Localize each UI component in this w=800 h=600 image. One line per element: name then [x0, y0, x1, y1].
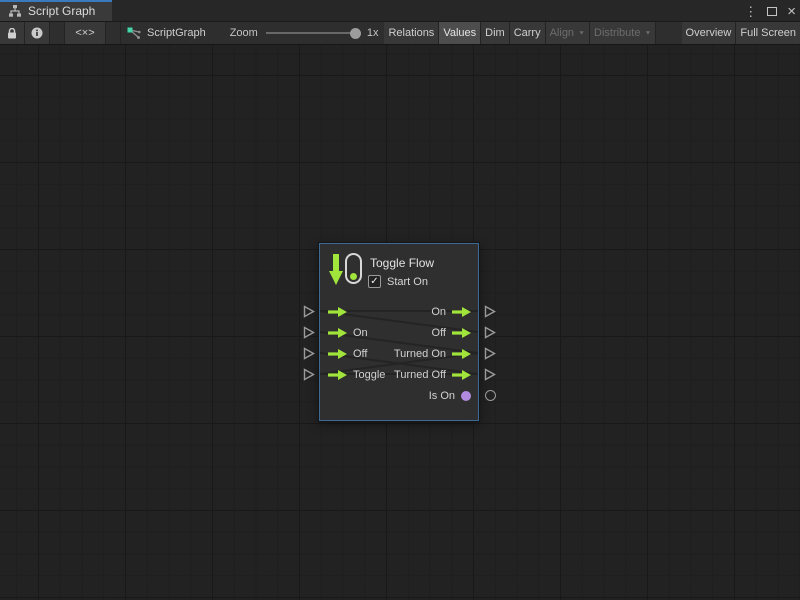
input-socket-triangle[interactable] [303, 326, 315, 339]
port-label: On [353, 327, 368, 339]
close-icon[interactable]: × [787, 4, 796, 19]
relations-button[interactable]: Relations [384, 22, 439, 44]
dim-button-label: Dim [485, 27, 505, 39]
tab-bar: Script Graph ⋮ × [0, 0, 800, 22]
info-button[interactable] [25, 22, 50, 44]
flow-down-arrow-icon [329, 254, 343, 286]
values-button-label: Values [443, 27, 476, 39]
dim-button[interactable]: Dim [481, 22, 510, 44]
script-graph-window: Script Graph ⋮ × <×> [0, 0, 800, 600]
flow-port-arrow-icon [328, 307, 347, 317]
window-controls: ⋮ × [744, 0, 796, 22]
zoom-slider-handle[interactable] [350, 28, 361, 39]
zoom-slider-track [266, 32, 361, 34]
align-dropdown[interactable]: Align ▼ [546, 22, 590, 44]
relations-button-label: Relations [388, 27, 434, 39]
zoom-slider[interactable] [266, 22, 361, 44]
port-label: Turned Off [394, 369, 446, 381]
chevron-down-icon: ▼ [578, 30, 585, 36]
output-socket-circle[interactable] [485, 390, 496, 401]
toggle-flow-node[interactable]: Toggle Flow ✓ Start On On [319, 243, 479, 421]
output-port-off[interactable]: Off [432, 322, 471, 343]
flow-port-arrow-icon [452, 370, 471, 380]
carry-button-label: Carry [514, 27, 541, 39]
checkmark-icon: ✓ [370, 277, 378, 287]
code-preview-button[interactable]: <×> [64, 22, 106, 44]
start-on-checkbox[interactable]: ✓ [368, 275, 381, 288]
graph-toolbar: <×> ScriptGraph Zoom 1x Relations Values… [0, 22, 800, 45]
more-menu-icon[interactable]: ⋮ [744, 5, 757, 18]
fullscreen-button-label: Full Screen [740, 27, 796, 39]
graph-hierarchy-icon [8, 5, 22, 17]
input-socket-triangle[interactable] [303, 347, 315, 360]
zoom-value: 1x [367, 22, 379, 44]
distribute-dropdown-label: Distribute [594, 27, 640, 39]
graph-name-label: ScriptGraph [147, 27, 206, 39]
flow-port-arrow-icon [452, 349, 471, 359]
flow-port-arrow-icon [452, 328, 471, 338]
graph-breadcrumb[interactable]: ScriptGraph [120, 22, 212, 44]
output-port-on[interactable]: On [431, 301, 471, 322]
output-socket-triangle[interactable] [484, 368, 496, 381]
script-graph-icon [127, 27, 141, 40]
start-on-setting: ✓ Start On [368, 275, 428, 288]
value-port-dot-icon [461, 391, 471, 401]
output-socket-triangle[interactable] [484, 305, 496, 318]
code-preview-icon: <×> [75, 27, 94, 39]
node-header[interactable]: Toggle Flow ✓ Start On [328, 252, 472, 296]
chevron-down-icon: ▼ [644, 30, 651, 36]
input-port-enter[interactable] [328, 301, 353, 322]
input-socket-triangle[interactable] [303, 305, 315, 318]
maximize-icon[interactable] [767, 7, 777, 16]
output-port-is-on[interactable]: Is On [429, 385, 471, 406]
graph-canvas[interactable]: Toggle Flow ✓ Start On On [0, 45, 800, 600]
input-port-toggle[interactable]: Toggle [328, 364, 385, 385]
flow-port-arrow-icon [328, 349, 347, 359]
overview-button-label: Overview [686, 27, 732, 39]
lock-icon [7, 28, 17, 39]
output-socket-triangle[interactable] [484, 347, 496, 360]
port-label: On [431, 306, 446, 318]
zoom-label: Zoom [230, 22, 258, 44]
active-tab-accent [0, 0, 112, 2]
lock-button[interactable] [0, 22, 25, 44]
port-label: Off [353, 348, 367, 360]
port-label: Turned On [394, 348, 446, 360]
port-label: Off [432, 327, 446, 339]
node-title: Toggle Flow [370, 256, 434, 270]
port-label: Is On [429, 390, 455, 402]
toggle-switch-icon [345, 253, 362, 284]
align-dropdown-label: Align [550, 27, 574, 39]
flow-port-arrow-icon [452, 307, 471, 317]
input-port-off[interactable]: Off [328, 343, 367, 364]
fullscreen-button[interactable]: Full Screen [736, 22, 800, 44]
tab-label: Script Graph [28, 4, 95, 18]
values-button[interactable]: Values [439, 22, 481, 44]
port-label: Toggle [353, 369, 385, 381]
input-port-on[interactable]: On [328, 322, 368, 343]
output-port-turned-on[interactable]: Turned On [394, 343, 471, 364]
carry-button[interactable]: Carry [510, 22, 546, 44]
flow-port-arrow-icon [328, 328, 347, 338]
distribute-dropdown[interactable]: Distribute ▼ [590, 22, 656, 44]
start-on-label: Start On [387, 276, 428, 288]
tab-script-graph[interactable]: Script Graph [0, 0, 112, 21]
output-socket-triangle[interactable] [484, 326, 496, 339]
overview-button[interactable]: Overview [682, 22, 737, 44]
output-port-turned-off[interactable]: Turned Off [394, 364, 471, 385]
info-icon [31, 27, 43, 39]
flow-port-arrow-icon [328, 370, 347, 380]
input-socket-triangle[interactable] [303, 368, 315, 381]
